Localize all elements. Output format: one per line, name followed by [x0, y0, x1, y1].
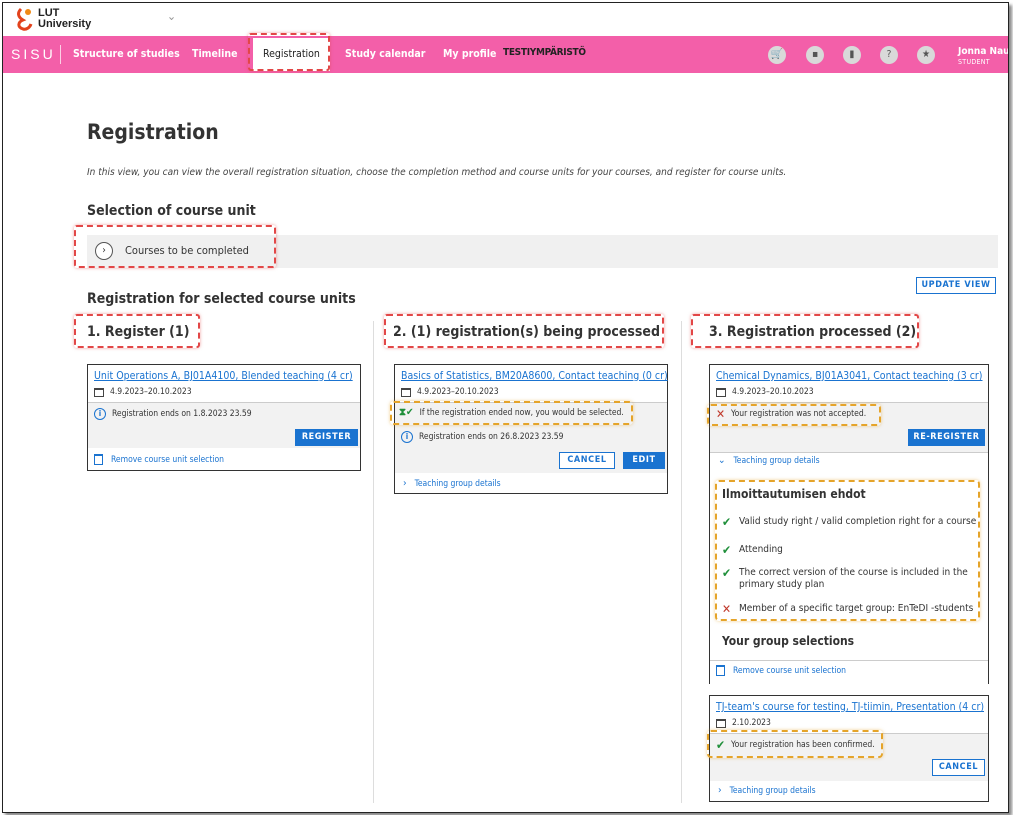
cart-icon[interactable]: 🛒: [768, 46, 786, 64]
calendar-icon: [716, 387, 726, 397]
info-icon: i: [94, 408, 106, 420]
course-dates: 4.9.2023–20.10.2023: [716, 387, 814, 397]
course-date-text: 4.9.2023–20.10.2023: [417, 387, 499, 397]
highlight-registration-tab: [248, 33, 330, 71]
course-title-link[interactable]: Basics of Statistics, BM20A8600, Contact…: [401, 370, 668, 382]
group-selections-heading: Your group selections: [722, 634, 855, 648]
cancel-button[interactable]: CANCEL: [932, 759, 985, 776]
university-logo[interactable]: LUT University: [15, 7, 91, 31]
chevron-down-icon[interactable]: ⌄: [167, 9, 176, 23]
registration-end-text: Registration ends on 26.8.2023 23.59: [419, 432, 564, 442]
course-date-text: 4.9.2023–20.10.2023: [110, 387, 192, 397]
teaching-group-details-toggle[interactable]: ⌄ Teaching group details: [718, 455, 820, 466]
register-button[interactable]: REGISTER: [295, 429, 358, 446]
highlight-conditions: [715, 480, 980, 621]
remove-course-unit-link[interactable]: Remove course unit selection: [716, 665, 846, 676]
course-dates: 4.9.2023–20.10.2023: [94, 387, 192, 397]
sisu-logo[interactable]: SISU: [11, 46, 56, 62]
calendar-icon: [94, 387, 104, 397]
info-icon: i: [401, 431, 413, 443]
highlight-processed-heading: [691, 314, 919, 348]
registration-end-info: i Registration ends on 26.8.2023 23.59: [401, 431, 564, 443]
highlight-confirmed: [707, 730, 883, 758]
trash-icon: [716, 665, 725, 676]
notes-icon[interactable]: ▮: [843, 46, 861, 64]
group-details-text: Teaching group details: [414, 478, 501, 489]
chevron-right-icon: ›: [403, 478, 407, 489]
calendar-icon: [716, 718, 726, 728]
highlight-not-accepted: [707, 404, 881, 426]
course-card-basics-of-statistics: Basics of Statistics, BM20A8600, Contact…: [394, 364, 668, 494]
highlight-register-heading: [74, 314, 200, 348]
nav-divider: [60, 45, 61, 64]
page-intro: In this view, you can view the overall r…: [87, 167, 787, 178]
course-date-text: 2.10.2023: [732, 718, 771, 728]
column-divider: [373, 321, 374, 803]
selection-heading: Selection of course unit: [87, 203, 256, 219]
course-dates: 4.9.2023–20.10.2023: [401, 387, 499, 397]
brand-bar: LUT University ⌄: [3, 3, 1008, 36]
university-name-line2: University: [38, 18, 92, 30]
favorites-icon[interactable]: ★: [917, 46, 935, 64]
teaching-group-details-toggle[interactable]: › Teaching group details: [718, 785, 816, 796]
messages-icon[interactable]: ▪: [806, 46, 824, 64]
nav-my-profile[interactable]: My profile: [443, 48, 496, 60]
registration-end-text: Registration ends on 1.8.2023 23.59: [112, 409, 252, 419]
help-icon[interactable]: ?: [880, 46, 898, 64]
lut-logo-icon: [17, 7, 33, 31]
course-title-link[interactable]: TJ-team's course for testing, TJ-tiimin,…: [716, 701, 984, 713]
course-date-text: 4.9.2023–20.10.2023: [732, 387, 814, 397]
chevron-right-icon: ›: [718, 785, 722, 796]
nav-study-calendar[interactable]: Study calendar: [345, 48, 425, 60]
remove-course-unit-link[interactable]: Remove course unit selection: [94, 454, 224, 465]
registration-end-info: i Registration ends on 1.8.2023 23.59: [94, 408, 252, 420]
main-navigation: SISU Structure of studies Timeline Regis…: [3, 36, 1008, 73]
nav-timeline[interactable]: Timeline: [192, 48, 238, 60]
user-role: STUDENT: [958, 58, 990, 66]
environment-label: TESTIYMPÄRISTÖ: [503, 47, 586, 58]
remove-link-text: Remove course unit selection: [733, 665, 847, 676]
highlight-processing-heading: [384, 314, 664, 348]
calendar-icon: [401, 387, 411, 397]
course-card-unit-operations: Unit Operations A, BJ01A4100, Blended te…: [87, 364, 361, 471]
trash-icon: [94, 454, 103, 465]
cancel-button[interactable]: CANCEL: [559, 452, 615, 469]
user-menu[interactable]: Jonna Nauk STUDENT: [958, 46, 1009, 68]
chevron-down-icon: ⌄: [718, 455, 726, 466]
page-title: Registration: [87, 120, 219, 144]
highlight-courses-to-be-completed: [74, 225, 276, 268]
column-divider: [681, 321, 682, 803]
edit-button[interactable]: EDIT: [623, 452, 665, 469]
nav-structure-of-studies[interactable]: Structure of studies: [73, 48, 180, 60]
re-register-button[interactable]: RE-REGISTER: [908, 429, 985, 446]
course-title-link[interactable]: Unit Operations A, BJ01A4100, Blended te…: [94, 370, 353, 382]
group-details-text: Teaching group details: [733, 455, 820, 466]
group-details-text: Teaching group details: [729, 785, 816, 796]
course-dates: 2.10.2023: [716, 718, 771, 728]
highlight-selection-status: [390, 401, 633, 425]
university-name: LUT University: [38, 8, 91, 30]
remove-link-text: Remove course unit selection: [111, 454, 225, 465]
user-name: Jonna Nauk: [958, 46, 1009, 57]
app-window: LUT University ⌄ SISU Structure of studi…: [2, 2, 1009, 813]
update-view-button[interactable]: UPDATE VIEW: [916, 277, 996, 294]
teaching-group-details-toggle[interactable]: › Teaching group details: [403, 478, 501, 489]
registration-heading: Registration for selected course units: [87, 291, 356, 307]
course-title-link[interactable]: Chemical Dynamics, BJ01A3041, Contact te…: [716, 370, 983, 382]
